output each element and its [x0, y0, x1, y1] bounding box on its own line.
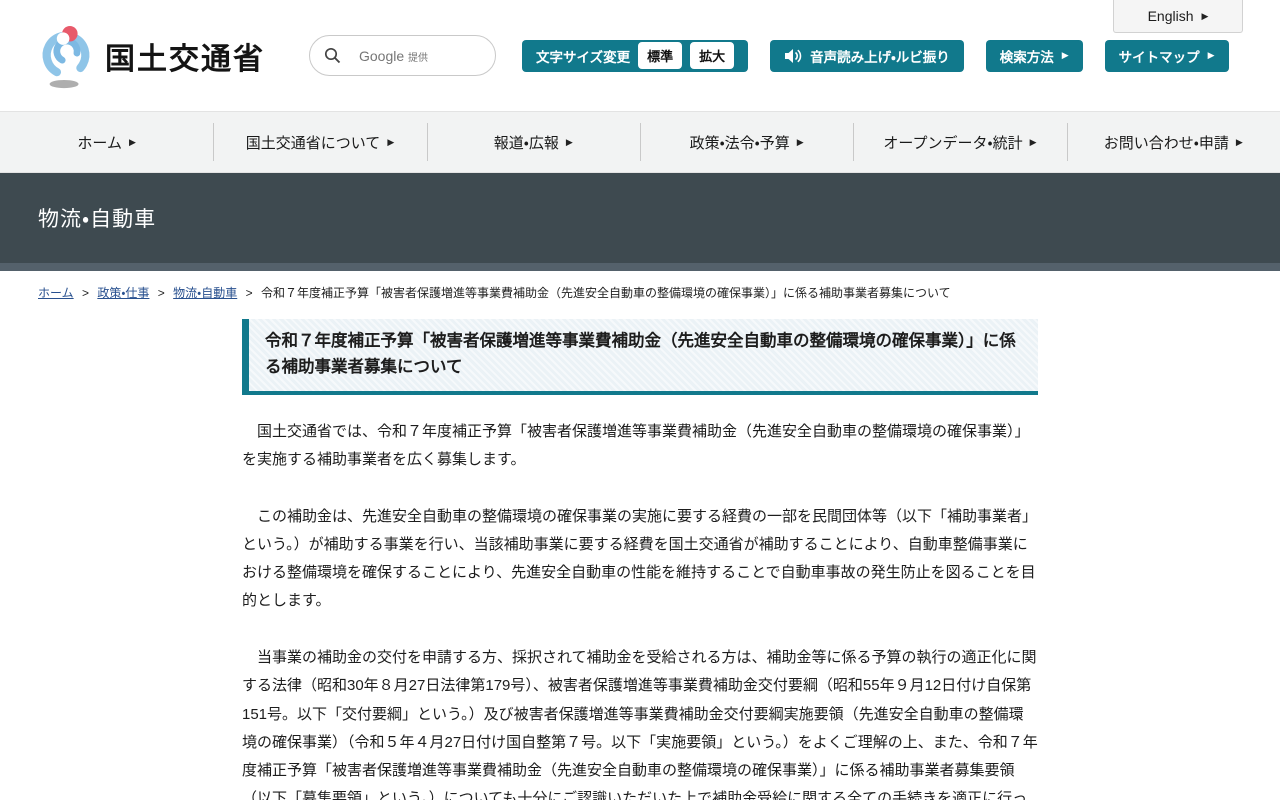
- global-nav: ホーム ▶ 国土交通省について ▶ 報道・広報 ▶ 政策・法令・予算 ▶ オープ…: [0, 111, 1280, 173]
- mlit-logo-icon: [42, 25, 90, 88]
- font-size-button[interactable]: 文字サイズ変更 標準 拡大: [522, 39, 749, 72]
- site-logo[interactable]: 国土交通省: [37, 23, 265, 89]
- paragraph: 当事業の補助金の交付を申請する方、採択されて補助金を受給される方は、補助金等に係…: [242, 649, 1038, 800]
- nav-label: 政策・法令・予算: [689, 134, 790, 152]
- font-size-large-button[interactable]: 拡大: [690, 42, 735, 69]
- nav-label: オープンデータ・統計: [883, 134, 1023, 152]
- banner-strip: [0, 263, 1280, 271]
- paragraph: 国土交通省では、令和７年度補正予算「被害者保護増進等事業費補助金（先進安全自動車…: [242, 423, 1030, 469]
- page-title: 令和７年度補正予算「被害者保護増進等事業費補助金（先進安全自動車の整備環境の確保…: [265, 332, 1016, 376]
- nav-item-policy-law-budget[interactable]: 政策・法令・予算 ▶: [639, 112, 853, 172]
- search-method-button[interactable]: 検索方法 ▶: [985, 39, 1083, 72]
- nav-item-contact-application[interactable]: お問い合わせ・申請 ▶: [1066, 112, 1280, 172]
- breadcrumb: ホーム > 政策・仕事 > 物流・自動車 > 令和７年度補正予算「被害者保護増進…: [0, 271, 1280, 309]
- sitemap-button[interactable]: サイトマップ ▶: [1104, 39, 1229, 72]
- category-title: 物流・自動車: [38, 208, 157, 231]
- search-input[interactable]: Google 提供: [309, 35, 496, 76]
- breadcrumb-link-logistics-automobile[interactable]: 物流・自動車: [173, 286, 237, 300]
- arrow-icon: ▶: [128, 136, 136, 147]
- sitemap-label: サイトマップ: [1118, 49, 1200, 65]
- arrow-icon: ▶: [1201, 10, 1209, 21]
- nav-item-about-mlit[interactable]: 国土交通省について ▶: [213, 112, 426, 172]
- breadcrumb-link-policy-work[interactable]: 政策・仕事: [97, 286, 149, 300]
- search-method-label: 検索方法: [999, 49, 1054, 65]
- arrow-icon: ▶: [1061, 50, 1069, 60]
- logo-text: 国土交通省: [105, 42, 265, 76]
- breadcrumb-separator: >: [157, 286, 165, 300]
- breadcrumb-link-home[interactable]: ホーム: [38, 286, 74, 300]
- arrow-icon: ▶: [1207, 50, 1215, 60]
- english-button[interactable]: English ▶: [1113, 0, 1243, 33]
- font-size-label: 文字サイズ変更: [536, 49, 631, 65]
- english-label: English: [1147, 8, 1194, 24]
- nav-item-press[interactable]: 報道・広報 ▶: [426, 112, 640, 172]
- nav-item-open-data-statistics[interactable]: オープンデータ・統計 ▶: [853, 112, 1066, 172]
- font-size-standard-button[interactable]: 標準: [638, 42, 683, 69]
- article-body: 国土交通省では、令和７年度補正予算「被害者保護増進等事業費補助金（先進安全自動車…: [242, 418, 1038, 800]
- arrow-icon: ▶: [565, 136, 573, 147]
- arrow-icon: ▶: [1029, 136, 1037, 147]
- arrow-icon: ▶: [796, 136, 804, 147]
- main-content: 令和７年度補正予算「被害者保護増進等事業費補助金（先進安全自動車の整備環境の確保…: [242, 319, 1038, 800]
- breadcrumb-separator: >: [81, 286, 89, 300]
- nav-item-home[interactable]: ホーム ▶: [0, 112, 213, 172]
- arrow-icon: ▶: [387, 136, 395, 147]
- search-icon: [324, 47, 341, 64]
- search-placeholder: Google 提供: [359, 47, 429, 64]
- site-header: English ▶ 国土交通省 Google 提供 文字サイズ変更 標準 拡大 …: [0, 0, 1280, 111]
- nav-label: 報道・広報: [493, 134, 559, 152]
- breadcrumb-current-page: 令和７年度補正予算「被害者保護増進等事業費補助金（先進安全自動車の整備環境の確保…: [260, 286, 951, 300]
- tts-ruby-button[interactable]: 音声読み上げ・ルビ振り: [770, 39, 964, 72]
- paragraph: この補助金は、先進安全自動車の整備環境の確保事業の実施に要する経費の一部を民間団…: [242, 508, 1038, 610]
- nav-label: お問い合わせ・申請: [1103, 134, 1229, 152]
- nav-label: ホーム: [77, 134, 122, 152]
- category-banner: 物流・自動車: [0, 173, 1280, 263]
- tts-ruby-label: 音声読み上げ・ルビ振り: [810, 49, 950, 65]
- page-title-box: 令和７年度補正予算「被害者保護増進等事業費補助金（先進安全自動車の整備環境の確保…: [242, 319, 1038, 396]
- nav-label: 国土交通省について: [245, 134, 381, 152]
- breadcrumb-separator: >: [245, 286, 253, 300]
- arrow-icon: ▶: [1235, 136, 1243, 147]
- speaker-icon: [785, 48, 802, 63]
